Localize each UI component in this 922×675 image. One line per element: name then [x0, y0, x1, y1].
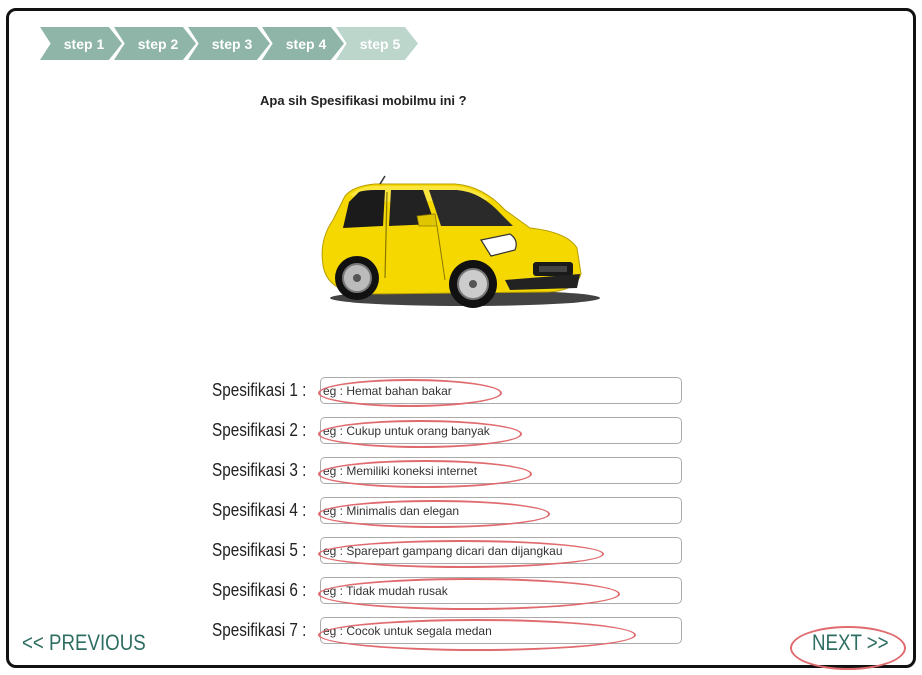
- spec-input-6[interactable]: [320, 577, 682, 604]
- question-title: Apa sih Spesifikasi mobilmu ini ?: [260, 93, 467, 108]
- spec-label-2: Spesifikasi 2 :: [212, 420, 307, 440]
- spec-input-1[interactable]: [320, 377, 682, 404]
- spec-label-3: Spesifikasi 3 :: [212, 460, 307, 480]
- spec-label-7: Spesifikasi 7 :: [212, 620, 307, 640]
- step-3[interactable]: step 3: [188, 27, 270, 60]
- spec-label-5: Spesifikasi 5 :: [212, 540, 307, 560]
- spec-label-6: Spesifikasi 6 :: [212, 580, 307, 600]
- spec-input-4[interactable]: [320, 497, 682, 524]
- step-4[interactable]: step 4: [262, 27, 344, 60]
- next-button[interactable]: NEXT >>: [812, 630, 889, 656]
- step-1[interactable]: step 1: [40, 27, 122, 60]
- spec-input-7[interactable]: [320, 617, 682, 644]
- car-icon: [305, 170, 605, 320]
- step-2[interactable]: step 2: [114, 27, 196, 60]
- spec-input-2[interactable]: [320, 417, 682, 444]
- spec-input-5[interactable]: [320, 537, 682, 564]
- spec-label-4: Spesifikasi 4 :: [212, 500, 307, 520]
- spec-label-1: Spesifikasi 1 :: [212, 380, 307, 400]
- previous-button[interactable]: << PREVIOUS: [22, 630, 146, 656]
- step-5[interactable]: step 5: [336, 27, 418, 60]
- spec-input-3[interactable]: [320, 457, 682, 484]
